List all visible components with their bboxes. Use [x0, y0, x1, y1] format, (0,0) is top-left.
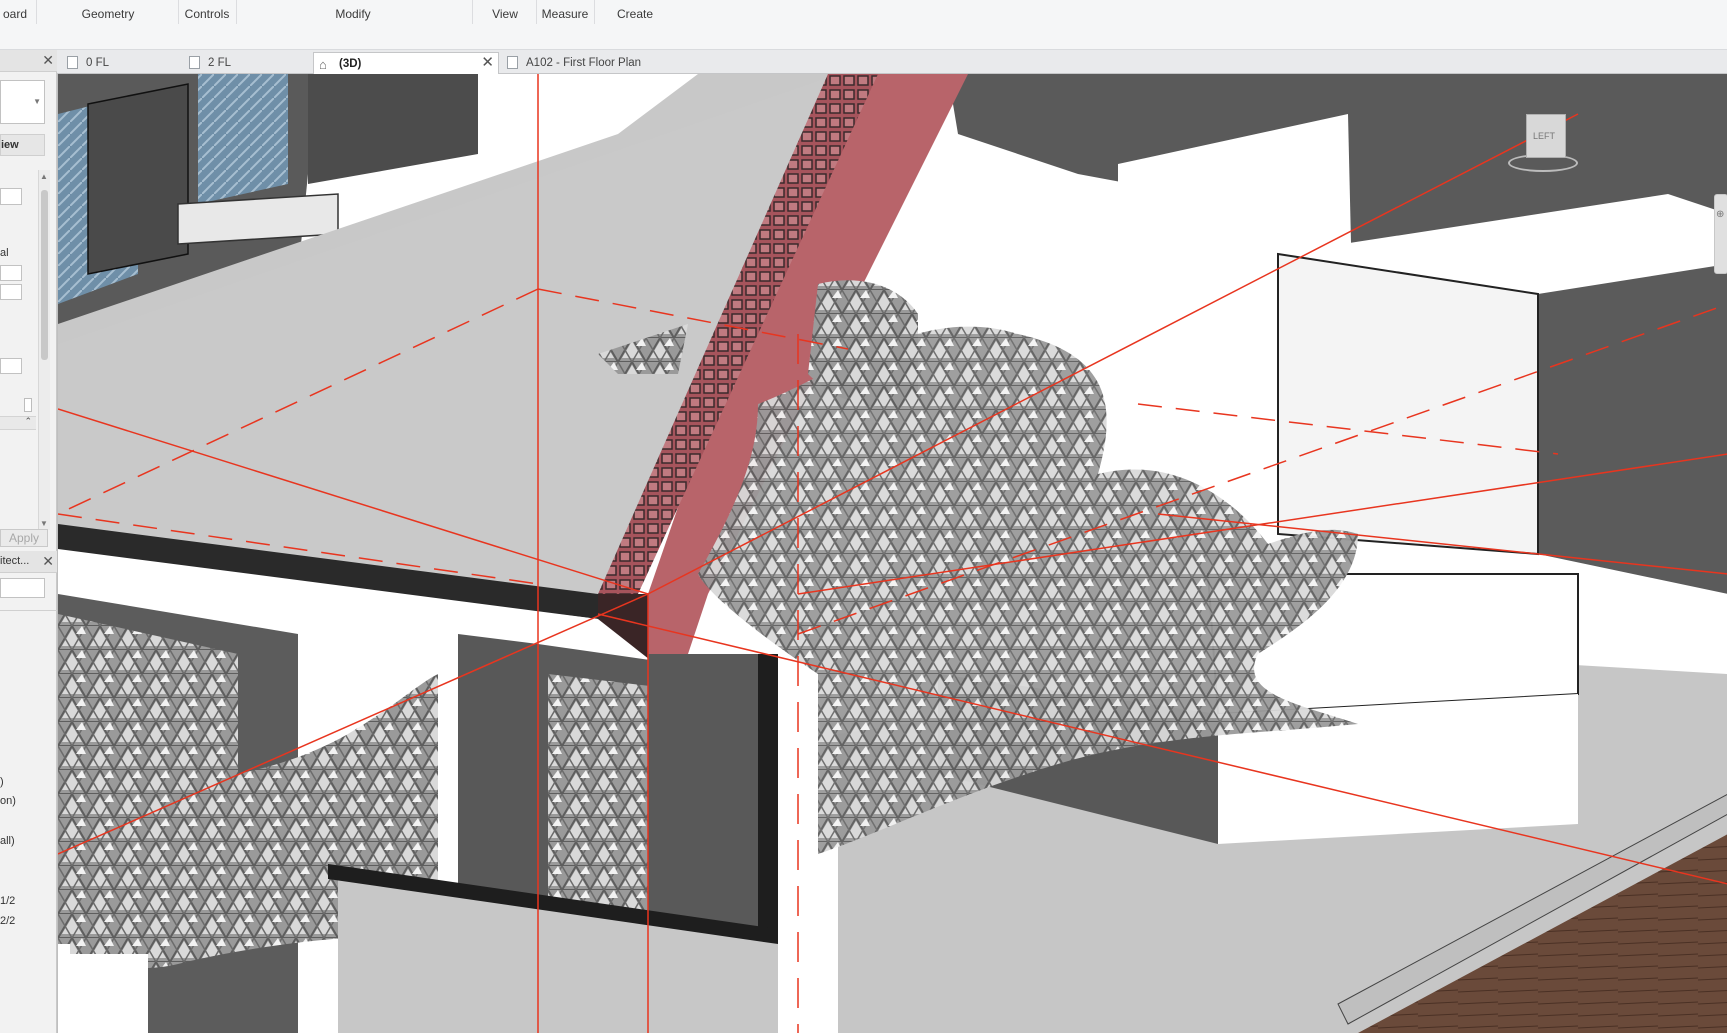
apply-button[interactable]: Apply: [0, 529, 48, 547]
viewcube-face[interactable]: LEFT: [1526, 114, 1566, 158]
viewcube-face-label: LEFT: [1533, 131, 1556, 141]
browser-item[interactable]: on): [0, 795, 16, 807]
ribbon-panel-controls[interactable]: Controls: [182, 0, 232, 30]
close-properties-icon[interactable]: ✕: [42, 52, 54, 68]
tab-label: 0 FL: [86, 57, 110, 69]
properties-palette: ✕ ▼ iew al ⌃ ▲ ▼ Apply itect... ✕ ) on): [0, 50, 57, 1033]
tab-a102-first-floor-plan[interactable]: A102 - First Floor Plan: [501, 52, 721, 74]
ribbon-panel-create[interactable]: Create: [610, 0, 660, 30]
view-label: iew: [1, 139, 19, 151]
upper-box: [308, 74, 478, 184]
view-selector[interactable]: iew: [0, 134, 45, 156]
lower-edge: [58, 944, 70, 1033]
scroll-down-icon[interactable]: ▼: [40, 519, 48, 528]
scroll-thumb[interactable]: [41, 190, 48, 360]
ribbon: oard Geometry Controls Modify View Measu…: [0, 0, 1727, 50]
home-3d-icon: ⌂: [319, 57, 327, 72]
tab-label: (3D): [339, 58, 362, 70]
tab-0-fl[interactable]: 0 FL: [61, 52, 181, 74]
tab-3d[interactable]: ⌂ (3D) ✕: [313, 52, 499, 74]
navigation-bar[interactable]: ⊕: [1714, 194, 1727, 274]
browser-search-input[interactable]: [0, 578, 45, 598]
curtain-wall-right: [198, 74, 288, 204]
ribbon-panel-clipboard[interactable]: oard: [0, 0, 30, 30]
tab-label: A102 - First Floor Plan: [526, 57, 642, 69]
collapse-icon: ⌃: [24, 416, 32, 426]
column: [87, 83, 189, 275]
divider: [0, 610, 57, 611]
project-browser-header: itect... ✕: [0, 551, 57, 573]
properties-scrollbar[interactable]: ▲ ▼: [38, 170, 50, 530]
type-selector[interactable]: ▼: [0, 80, 45, 124]
floor-plan-icon: [67, 56, 78, 69]
properties-header: ✕: [0, 50, 57, 72]
close-browser-icon[interactable]: ✕: [42, 553, 54, 569]
3d-viewport[interactable]: LEFT ⊕: [57, 74, 1727, 1033]
tab-label: 2 FL: [208, 57, 232, 69]
lower-white: [58, 954, 148, 1033]
viewcube[interactable]: LEFT: [1498, 104, 1578, 174]
scroll-up-icon[interactable]: ▲: [40, 172, 48, 181]
property-field[interactable]: [0, 188, 22, 205]
browser-item[interactable]: 2/2: [0, 915, 15, 927]
dropdown-arrow-icon: ▼: [33, 97, 41, 106]
revit-window: oard Geometry Controls Modify View Measu…: [0, 0, 1727, 1033]
tab-2-fl[interactable]: 2 FL: [183, 52, 293, 74]
steering-wheel-icon[interactable]: ⊕: [1716, 209, 1724, 220]
sheet-icon: [507, 56, 518, 69]
close-tab-icon[interactable]: ✕: [481, 53, 494, 73]
browser-item[interactable]: 1/2: [0, 895, 15, 907]
3d-model-canvas[interactable]: [58, 74, 1727, 1033]
room-partition: [1277, 252, 1539, 556]
property-field[interactable]: [0, 284, 22, 300]
property-group-header[interactable]: ⌃: [0, 416, 36, 430]
property-field[interactable]: [0, 358, 22, 374]
ribbon-panel-measure[interactable]: Measure: [540, 0, 590, 30]
ribbon-panel-modify[interactable]: Modify: [320, 0, 386, 30]
property-field[interactable]: [0, 265, 22, 281]
dark-side-wall: [1538, 264, 1727, 594]
browser-item[interactable]: ): [0, 776, 4, 788]
view-tab-bar: 0 FL 2 FL ⌂ (3D) ✕ A102 - First Floor Pl…: [57, 50, 1727, 74]
ribbon-panel-view[interactable]: View: [488, 0, 522, 30]
floor-plan-icon: [189, 56, 200, 69]
browser-item[interactable]: all): [0, 835, 15, 847]
project-browser-title: itect...: [0, 555, 30, 567]
property-checkbox[interactable]: [24, 398, 32, 412]
column-edge: [758, 654, 778, 974]
property-label: al: [0, 247, 9, 259]
ribbon-panel-geometry[interactable]: Geometry: [70, 0, 146, 30]
